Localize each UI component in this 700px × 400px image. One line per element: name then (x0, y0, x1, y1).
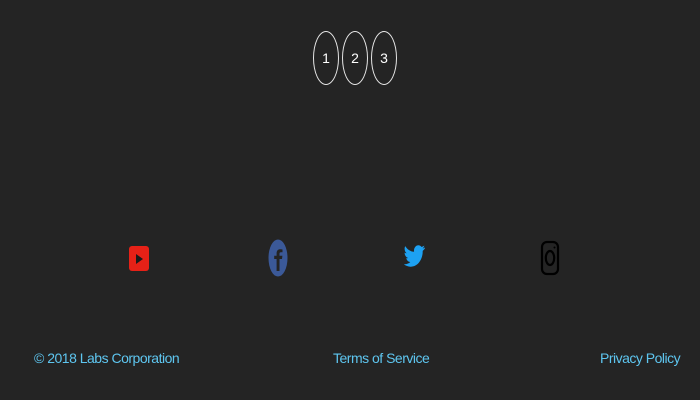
facebook-link[interactable] (258, 238, 298, 278)
youtube-icon (129, 246, 149, 271)
instagram-link[interactable] (530, 238, 570, 278)
youtube-link[interactable] (119, 238, 159, 278)
social-links (0, 238, 700, 278)
instagram-icon (540, 240, 560, 276)
page-1-button[interactable]: 1 (313, 31, 339, 85)
page-2-button[interactable]: 2 (342, 31, 368, 85)
terms-of-service-link[interactable]: Terms of Service (333, 350, 430, 366)
page-3-button[interactable]: 3 (371, 31, 397, 85)
page: 1 2 3 © 2018 Labs Corporation Terms of S… (0, 0, 700, 400)
pagination: 1 2 3 (313, 31, 400, 85)
copyright-text: © 2018 Labs Corporation (34, 350, 180, 366)
twitter-icon (404, 245, 425, 267)
privacy-policy-link[interactable]: Privacy Policy (600, 350, 681, 366)
facebook-icon (268, 239, 288, 277)
twitter-link[interactable] (395, 238, 435, 278)
